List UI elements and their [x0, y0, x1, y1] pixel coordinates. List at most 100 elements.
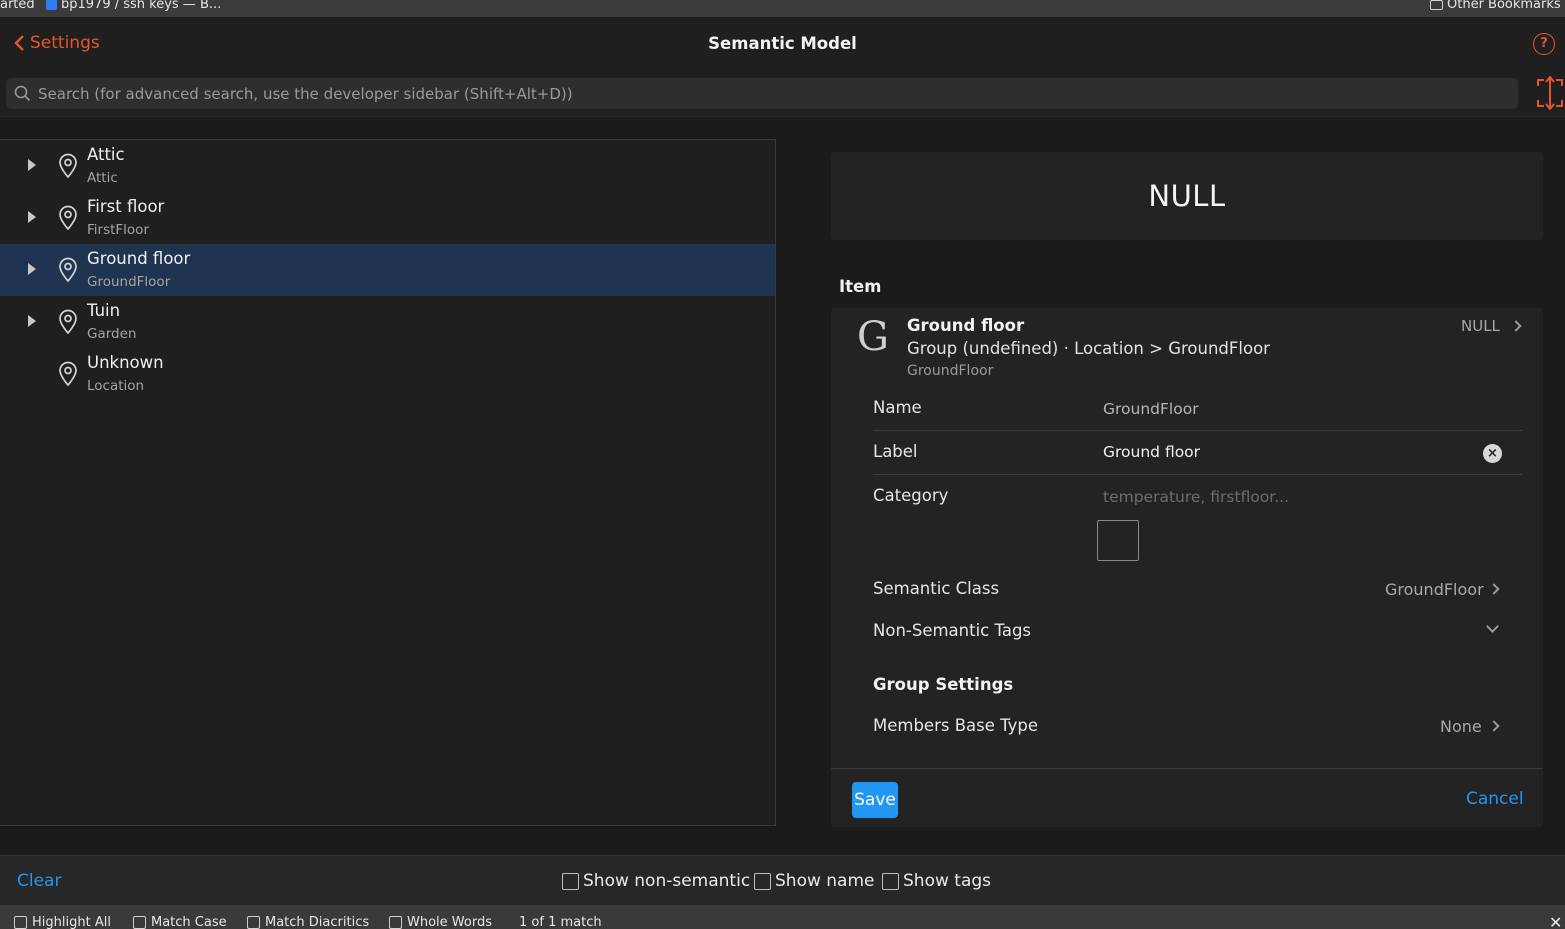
- item-details-card: G Ground floor Group (undefined) · Locat…: [831, 308, 1543, 827]
- category-icon-preview: [1097, 520, 1139, 561]
- clear-button[interactable]: Clear: [17, 871, 61, 891]
- save-button[interactable]: Save: [852, 782, 898, 818]
- close-icon[interactable]: ✕: [1549, 913, 1562, 929]
- tree-item-label: Attic: [87, 145, 125, 164]
- expand-collapse-icon[interactable]: [1535, 76, 1565, 110]
- search-bar[interactable]: [6, 78, 1518, 109]
- match-diacritics-toggle[interactable]: Match Diacritics: [247, 915, 369, 929]
- search-input[interactable]: [38, 84, 1498, 103]
- checkbox[interactable]: [247, 916, 260, 929]
- tree-item-sublabel: Garden: [87, 326, 137, 342]
- show-name-toggle[interactable]: Show name: [754, 871, 875, 891]
- caret-right-icon[interactable]: [28, 159, 36, 171]
- chevron-right-icon: [1488, 720, 1500, 732]
- tree-item-first-floor[interactable]: First floor FirstFloor: [0, 192, 775, 244]
- search-icon: [14, 85, 31, 102]
- tree-item-sublabel: FirstFloor: [87, 222, 149, 238]
- label-input[interactable]: [1103, 443, 1473, 461]
- bottom-toolbar: Clear Show non-semantic Show name Show t…: [0, 855, 1565, 905]
- group-settings-title: Group Settings: [873, 675, 1014, 694]
- bookmarks-bar: arted bp1979 / ssh keys — B... Other Boo…: [0, 0, 1565, 17]
- tree-item-label: Unknown: [87, 353, 164, 372]
- show-tags-toggle[interactable]: Show tags: [882, 871, 991, 891]
- members-base-type-row[interactable]: Members Base Type None: [873, 706, 1522, 746]
- tree-item-label: First floor: [87, 197, 165, 216]
- checkbox[interactable]: [133, 916, 146, 929]
- cancel-button[interactable]: Cancel: [1466, 789, 1524, 809]
- chevron-right-icon: [1488, 583, 1500, 595]
- bookmark-item-ssh-keys[interactable]: bp1979 / ssh keys — B...: [46, 0, 221, 12]
- checkbox[interactable]: [14, 916, 27, 929]
- whole-words-toggle[interactable]: Whole Words: [389, 915, 492, 929]
- category-label: Category: [873, 486, 949, 505]
- checkbox[interactable]: [882, 872, 899, 890]
- name-value: GroundFloor: [1103, 400, 1199, 418]
- nonsemantic-tags-row[interactable]: Non-Semantic Tags: [873, 612, 1522, 652]
- tree-item-attic[interactable]: Attic Attic: [0, 140, 775, 192]
- whole-words-label: Whole Words: [407, 915, 492, 929]
- checkbox[interactable]: [754, 872, 771, 890]
- semantic-class-row[interactable]: Semantic Class GroundFloor: [873, 570, 1522, 610]
- tree-item-unknown[interactable]: Unknown Location: [0, 348, 775, 400]
- location-pin-icon: [59, 257, 77, 283]
- tree-item-ground-floor[interactable]: Ground floor GroundFloor: [0, 244, 775, 296]
- members-base-type-label: Members Base Type: [873, 716, 1039, 735]
- name-label: Name: [873, 398, 922, 417]
- chevron-right-icon[interactable]: [1510, 320, 1522, 332]
- other-bookmarks-label: Other Bookmarks: [1447, 0, 1561, 12]
- caret-right-icon[interactable]: [28, 315, 36, 327]
- bookmark-item[interactable]: arted: [0, 0, 35, 12]
- tree-item-sublabel: GroundFloor: [87, 274, 171, 290]
- match-case-toggle[interactable]: Match Case: [133, 915, 227, 929]
- tree-item-label: Tuin: [87, 301, 121, 320]
- tree-item-sublabel: Location: [87, 378, 145, 394]
- show-nonsemantic-toggle[interactable]: Show non-semantic: [562, 871, 750, 891]
- location-pin-icon: [59, 361, 77, 387]
- highlight-all-label: Highlight All: [32, 915, 111, 929]
- bookmark-favicon-icon: [46, 0, 57, 10]
- item-type: Group (undefined) · Location > GroundFlo…: [907, 339, 1270, 358]
- chevron-down-icon[interactable]: [1486, 620, 1499, 633]
- browser-find-bar: Highlight All Match Case Match Diacritic…: [0, 905, 1565, 929]
- item-state-link[interactable]: NULL: [1461, 317, 1500, 335]
- match-diacritics-label: Match Diacritics: [265, 915, 370, 929]
- caret-right-icon[interactable]: [28, 211, 36, 223]
- tree-item-sublabel: Attic: [87, 170, 118, 186]
- location-pin-icon: [59, 153, 77, 179]
- label-row: Label ×: [873, 431, 1522, 475]
- section-title-item: Item: [839, 277, 882, 296]
- bookmark-label: arted: [0, 0, 35, 12]
- checkbox[interactable]: [562, 872, 579, 890]
- show-nonsemantic-label: Show non-semantic: [583, 871, 751, 891]
- match-case-label: Match Case: [151, 915, 227, 929]
- location-pin-icon: [59, 205, 77, 231]
- tree-item-label: Ground floor: [87, 249, 191, 268]
- item-id: GroundFloor: [907, 363, 994, 379]
- page-title: Semantic Model: [708, 34, 857, 53]
- caret-right-icon[interactable]: [28, 263, 36, 275]
- show-name-label: Show name: [775, 871, 875, 891]
- checkbox[interactable]: [389, 916, 402, 929]
- item-state-card: NULL: [831, 152, 1543, 240]
- card-footer: Save Cancel: [831, 768, 1543, 827]
- category-input[interactable]: [1103, 488, 1473, 506]
- label-label: Label: [873, 442, 918, 461]
- help-icon[interactable]: ?: [1533, 33, 1555, 55]
- name-row: Name GroundFloor: [873, 388, 1522, 431]
- nonsemantic-tags-label: Non-Semantic Tags: [873, 621, 1032, 640]
- page-header: Settings Semantic Model ?: [0, 17, 1565, 117]
- group-glyph-icon: G: [857, 314, 889, 360]
- location-pin-icon: [59, 309, 77, 335]
- item-state-value: NULL: [1148, 179, 1226, 213]
- folder-icon: [1430, 0, 1443, 10]
- semantic-class-value: GroundFloor: [1385, 580, 1484, 599]
- bookmark-label: bp1979 / ssh keys — B...: [61, 0, 222, 12]
- item-name: Ground floor: [907, 316, 1025, 335]
- category-row: Category: [873, 475, 1522, 570]
- clear-input-icon[interactable]: ×: [1483, 444, 1502, 463]
- members-base-type-value: None: [1440, 717, 1482, 736]
- tree-item-tuin[interactable]: Tuin Garden: [0, 296, 775, 348]
- highlight-all-toggle[interactable]: Highlight All: [14, 915, 111, 929]
- find-match-status: 1 of 1 match: [519, 915, 602, 929]
- other-bookmarks[interactable]: Other Bookmarks: [1430, 0, 1561, 12]
